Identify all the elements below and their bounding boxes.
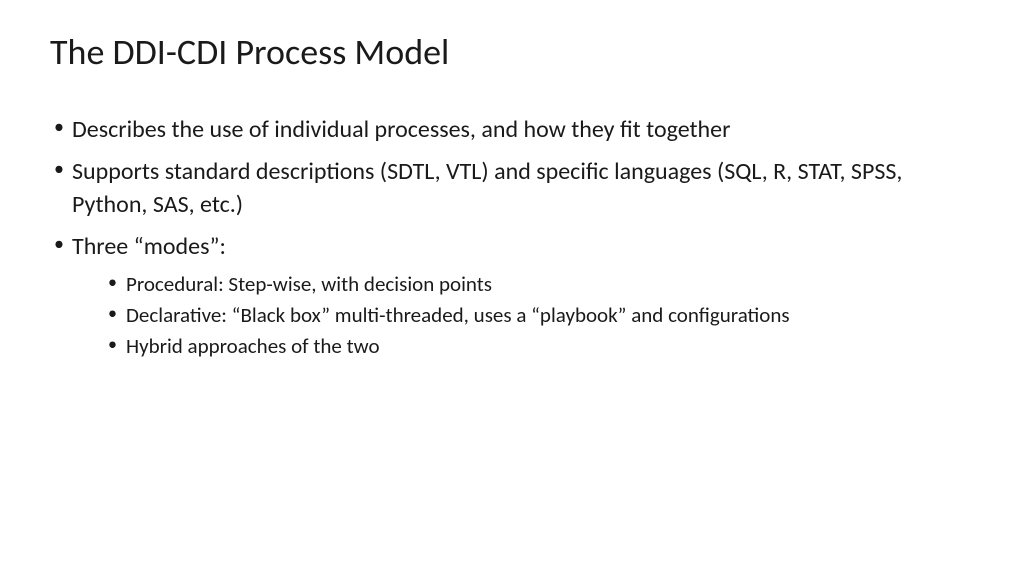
list-item: Procedural: Step-wise, with decision poi… bbox=[106, 270, 974, 298]
sub-bullet-list: Procedural: Step-wise, with decision poi… bbox=[72, 270, 974, 361]
list-item: Three “modes”: Procedural: Step-wise, wi… bbox=[50, 231, 974, 360]
slide-title: The DDI-CDI Process Model bbox=[50, 30, 974, 74]
list-item-text: Three “modes”: bbox=[72, 232, 226, 261]
main-bullet-list: Describes the use of individual processe… bbox=[50, 114, 974, 361]
list-item: Declarative: “Black box” multi-threaded,… bbox=[106, 301, 974, 329]
list-item: Hybrid approaches of the two bbox=[106, 332, 974, 360]
list-item: Supports standard descriptions (SDTL, VT… bbox=[50, 156, 974, 221]
list-item: Describes the use of individual processe… bbox=[50, 114, 974, 146]
